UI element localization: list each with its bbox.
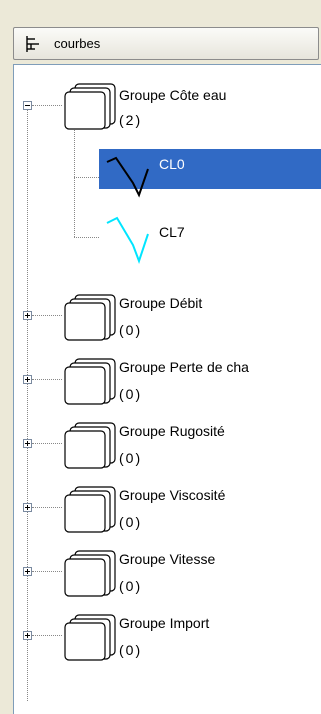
expand-toggle[interactable] (23, 439, 32, 448)
expand-toggle[interactable] (23, 375, 32, 384)
group-folder-icon (64, 294, 116, 341)
tree-branch-line (74, 177, 99, 178)
tree-branch-line (32, 379, 62, 380)
group-name: Groupe Perte de cha (119, 359, 249, 375)
curves-tree[interactable]: Groupe Côte eau (2) CL0 CL7 Groupe Débit… (13, 64, 321, 714)
group-count: (0) (119, 322, 143, 338)
tree-branch-line (74, 237, 99, 238)
group-folder-icon (64, 550, 116, 597)
tree-branch-line (32, 635, 62, 636)
black-curve-icon (106, 156, 149, 198)
group-count: (2) (119, 112, 143, 128)
curve-label: CL0 (159, 156, 185, 172)
tree-branch-line (32, 571, 62, 572)
group-count: (0) (119, 642, 143, 658)
cyan-curve-icon (106, 216, 149, 264)
group-count: (0) (119, 450, 143, 466)
tree-branch-line (32, 443, 62, 444)
tree-branch-line (32, 315, 62, 316)
group-name: Groupe Viscosité (119, 487, 226, 503)
group-folder-icon (64, 614, 116, 661)
expand-toggle[interactable] (23, 503, 32, 512)
group-name: Groupe Import (119, 615, 210, 631)
curve-item-cl7[interactable]: CL7 (99, 215, 321, 264)
group-name: Groupe Vitesse (119, 551, 216, 567)
tree-view-icon (26, 35, 39, 52)
curve-label: CL7 (159, 224, 185, 240)
window-top-edge (0, 0, 321, 22)
group-folder-icon (64, 486, 116, 533)
tree-branch-line (32, 105, 62, 106)
curve-item-cl0[interactable]: CL0 (99, 149, 321, 198)
tree-branch-line (32, 507, 62, 508)
tree-child-line (74, 125, 75, 237)
group-folder-icon (64, 422, 116, 469)
group-folder-icon (64, 358, 116, 405)
header-label: courbes (54, 36, 101, 51)
courbes-header-button[interactable]: courbes (13, 27, 319, 60)
group-folder-icon (64, 83, 116, 130)
expand-toggle[interactable] (23, 631, 32, 640)
collapse-toggle[interactable] (23, 101, 32, 110)
group-name: Groupe Rugosité (119, 423, 225, 439)
group-count: (0) (119, 514, 143, 530)
tree-root-line (27, 105, 28, 701)
expand-toggle[interactable] (23, 311, 32, 320)
group-name: Groupe Débit (119, 295, 203, 311)
group-count: (0) (119, 386, 143, 402)
expand-toggle[interactable] (23, 567, 32, 576)
group-count: (0) (119, 578, 143, 594)
group-name: Groupe Côte eau (119, 87, 227, 103)
